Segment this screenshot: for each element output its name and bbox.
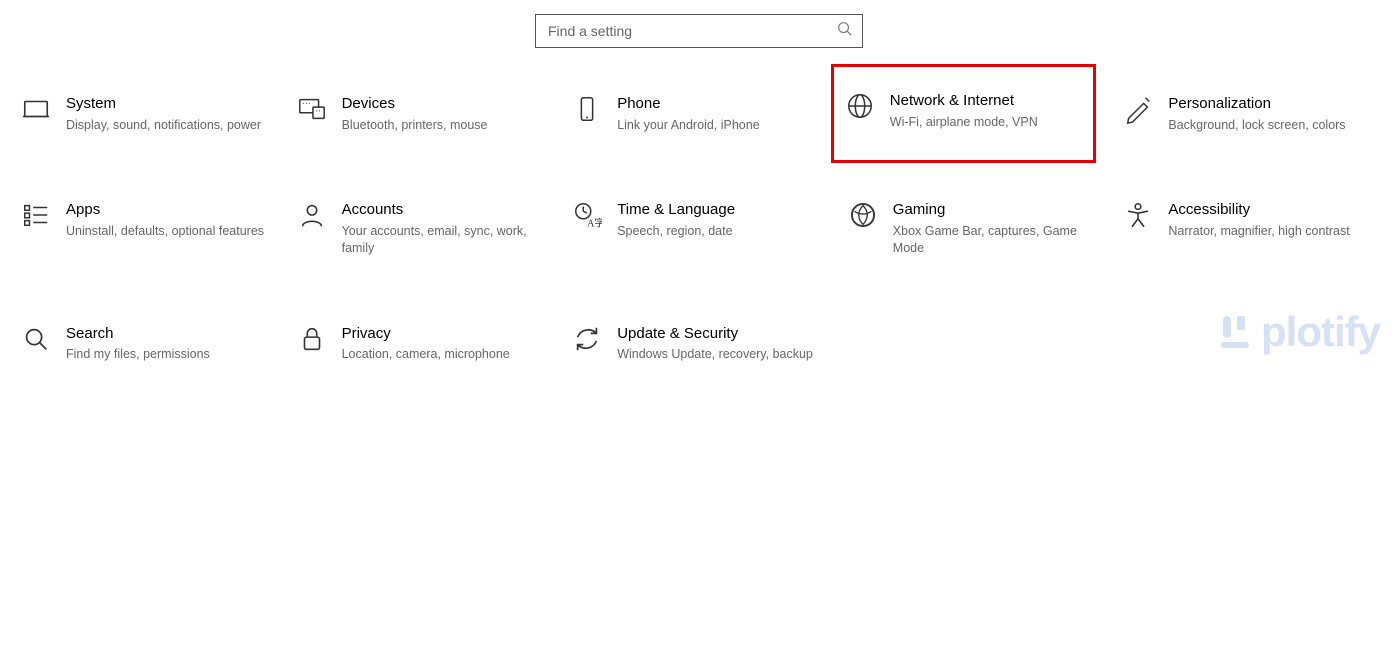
personalization-icon	[1118, 94, 1158, 129]
system-icon	[16, 94, 56, 129]
settings-tile-privacy[interactable]: Privacy Location, camera, microphone	[286, 318, 562, 369]
accessibility-icon	[1118, 200, 1158, 235]
network-icon	[840, 91, 880, 126]
tile-title: Network & Internet	[890, 91, 1078, 111]
search-icon	[837, 21, 852, 41]
settings-tile-apps[interactable]: Apps Uninstall, defaults, optional featur…	[10, 194, 286, 262]
settings-tile-accessibility[interactable]: Accessibility Narrator, magnifier, high c…	[1112, 194, 1388, 262]
tile-title: Phone	[617, 94, 821, 114]
settings-tile-personalization[interactable]: Personalization Background, lock screen, …	[1112, 88, 1388, 139]
tile-title: Apps	[66, 200, 270, 220]
time-language-icon	[567, 200, 607, 235]
privacy-icon	[292, 324, 332, 359]
tile-title: Privacy	[342, 324, 546, 344]
tile-desc: Background, lock screen, colors	[1168, 117, 1372, 134]
tile-title: Time & Language	[617, 200, 821, 220]
settings-tile-time-language[interactable]: Time & Language Speech, region, date	[561, 194, 837, 262]
phone-icon	[567, 94, 607, 129]
tile-title: Search	[66, 324, 270, 344]
tile-desc: Windows Update, recovery, backup	[617, 346, 821, 363]
tile-desc: Find my files, permissions	[66, 346, 270, 363]
settings-tile-update-security[interactable]: Update & Security Windows Update, recover…	[561, 318, 837, 369]
update-security-icon	[567, 324, 607, 359]
tile-desc: Location, camera, microphone	[342, 346, 546, 363]
tile-desc: Speech, region, date	[617, 223, 821, 240]
settings-tile-search[interactable]: Search Find my files, permissions	[10, 318, 286, 369]
tile-desc: Xbox Game Bar, captures, Game Mode	[893, 223, 1097, 257]
tile-title: Devices	[342, 94, 546, 114]
tile-title: Accessibility	[1168, 200, 1372, 220]
accounts-icon	[292, 200, 332, 235]
settings-tile-gaming[interactable]: Gaming Xbox Game Bar, captures, Game Mode	[837, 194, 1113, 262]
tile-title: Accounts	[342, 200, 546, 220]
search-input[interactable]	[546, 22, 837, 40]
devices-icon	[292, 94, 332, 129]
gaming-icon	[843, 200, 883, 235]
tile-desc: Link your Android, iPhone	[617, 117, 821, 134]
apps-icon	[16, 200, 56, 235]
settings-tile-accounts[interactable]: Accounts Your accounts, email, sync, work…	[286, 194, 562, 262]
tile-title: System	[66, 94, 270, 114]
settings-tile-devices[interactable]: Devices Bluetooth, printers, mouse	[286, 88, 562, 139]
tile-desc: Wi-Fi, airplane mode, VPN	[890, 114, 1078, 131]
tile-desc: Display, sound, notifications, power	[66, 117, 270, 134]
tile-title: Personalization	[1168, 94, 1372, 114]
tile-desc: Uninstall, defaults, optional features	[66, 223, 270, 240]
settings-tile-system[interactable]: System Display, sound, notifications, pow…	[10, 88, 286, 139]
settings-tile-network[interactable]: Network & Internet Wi-Fi, airplane mode, …	[831, 64, 1097, 163]
settings-tile-phone[interactable]: Phone Link your Android, iPhone	[561, 88, 837, 139]
tile-title: Update & Security	[617, 324, 821, 344]
search-box[interactable]	[535, 14, 863, 48]
tile-desc: Bluetooth, printers, mouse	[342, 117, 546, 134]
tile-desc: Your accounts, email, sync, work, family	[342, 223, 546, 257]
search-icon	[16, 324, 56, 359]
tile-title: Gaming	[893, 200, 1097, 220]
tile-desc: Narrator, magnifier, high contrast	[1168, 223, 1372, 240]
